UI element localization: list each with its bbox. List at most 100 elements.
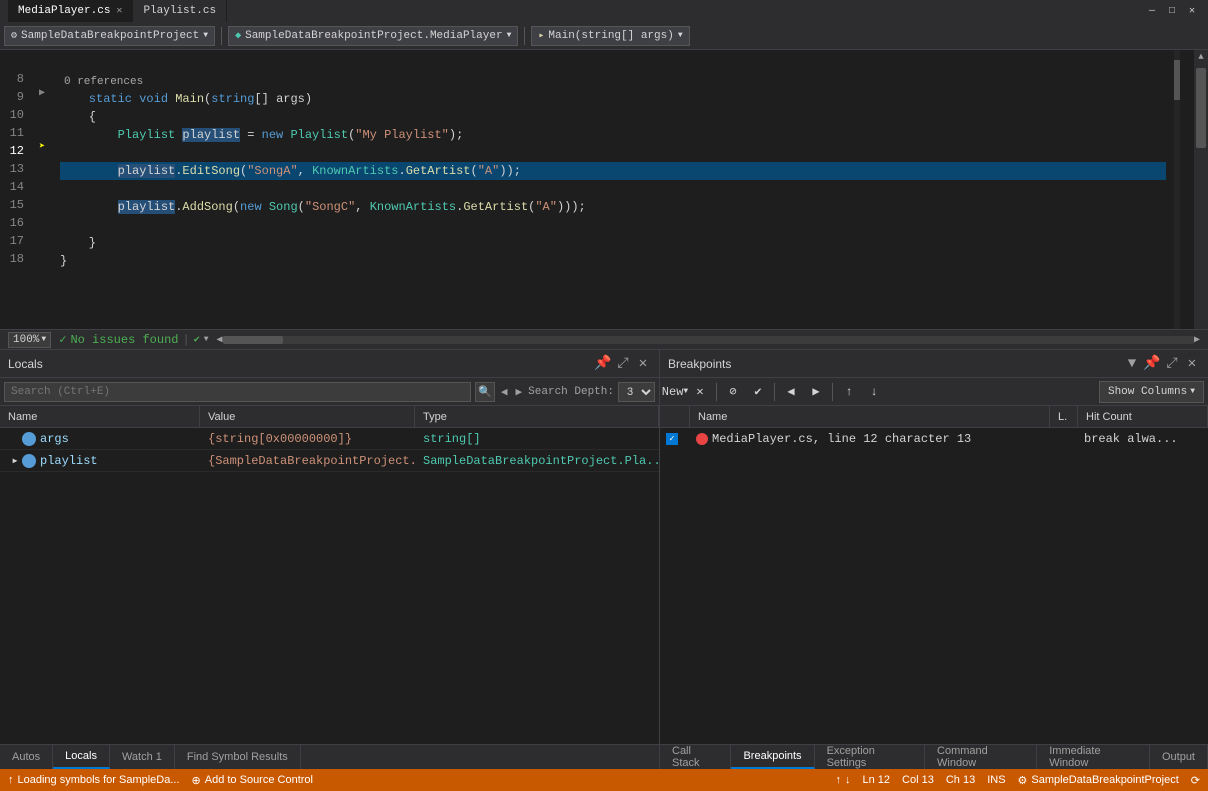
bottom-tab-bars: Autos Locals Watch 1 Find Symbol Results…	[0, 744, 1208, 769]
toolbar-sep-2	[524, 27, 525, 45]
bp-next-btn[interactable]: ▶	[805, 381, 827, 403]
bp-expand-btn[interactable]: ⤢	[1164, 356, 1180, 372]
project-name: SampleDataBreakpointProject	[1031, 774, 1178, 786]
show-columns-btn[interactable]: Show Columns ▼	[1099, 381, 1204, 403]
project-chevron: ▼	[203, 31, 208, 40]
search-go-btn[interactable]: 🔍	[475, 382, 495, 402]
col-type: Type	[415, 406, 659, 427]
bp-col-check	[660, 406, 690, 427]
status-source-control[interactable]: ⊕ Add to Source Control	[192, 774, 313, 787]
tab-output-label: Output	[1162, 751, 1195, 763]
arrow-up-icon[interactable]: ↑	[836, 774, 842, 786]
scroll-up-btn[interactable]: ▲	[1196, 50, 1205, 64]
bp-pin-btn[interactable]: 📌	[1144, 356, 1160, 372]
locals-close-btn[interactable]: ✕	[635, 356, 651, 372]
tab-findsymbol[interactable]: Find Symbol Results	[175, 745, 301, 769]
method-label: Main(string[] args)	[548, 30, 673, 42]
class-dropdown[interactable]: ◆ SampleDataBreakpointProject.MediaPlaye…	[228, 26, 518, 46]
row-playlist-expand[interactable]: ▶	[8, 454, 22, 468]
status-sync: ⟳	[1191, 774, 1200, 787]
source-control-label: Add to Source Control	[205, 774, 313, 786]
locals-pin-btn[interactable]: 📌	[595, 356, 611, 372]
tab-autos-label: Autos	[12, 751, 40, 763]
tab-locals[interactable]: Locals	[53, 745, 110, 769]
tab-exceptionsettings[interactable]: Exception Settings	[815, 745, 925, 769]
zoom-value: 100%	[13, 334, 39, 346]
search-prev-btn[interactable]: ◀	[499, 385, 510, 399]
row-args-expand[interactable]	[8, 432, 22, 446]
table-row[interactable]: args {string[0x00000000]} string[]	[0, 428, 659, 450]
bp-row-check[interactable]: ✓	[660, 428, 690, 450]
h-scrollbar[interactable]	[223, 336, 1194, 344]
tab-commandwindow[interactable]: Command Window	[925, 745, 1037, 769]
left-tab-bar: Autos Locals Watch 1 Find Symbol Results	[0, 745, 660, 769]
editor-area: 8 9 10 11 12 13 14 15 16 17 18 ▶ ➤	[0, 50, 1208, 349]
loading-text: Loading symbols for SampleDa...	[18, 774, 180, 786]
scroll-thumb[interactable]	[1196, 68, 1206, 148]
bp-delete-btn[interactable]: ✕	[689, 381, 711, 403]
tab-playlist[interactable]: Playlist.cs	[133, 0, 227, 22]
bp-prev-btn[interactable]: ◀	[780, 381, 802, 403]
tab-immediatewindow[interactable]: Immediate Window	[1037, 745, 1150, 769]
bp-col-hitcount: Hit Count	[1078, 406, 1208, 427]
bp-disable-btn[interactable]: ⊘	[722, 381, 744, 403]
bp-new-btn[interactable]: New ▼	[664, 381, 686, 403]
close-btn[interactable]: ✕	[1184, 3, 1200, 19]
tab-mediaplayer-label: MediaPlayer.cs	[18, 5, 110, 17]
bp-row-hitcount: break alwa...	[1078, 428, 1208, 450]
method-dropdown[interactable]: ▸ Main(string[] args) ▼	[531, 26, 689, 46]
row-playlist-type: SampleDataBreakpointProject.Pla...	[415, 450, 659, 471]
h-scroll-thumb[interactable]	[223, 336, 283, 344]
depth-label: Search Depth:	[528, 386, 614, 398]
tab-autos[interactable]: Autos	[0, 745, 53, 769]
sync-icon: ⟳	[1191, 774, 1200, 787]
minimize-btn[interactable]: —	[1144, 3, 1160, 19]
bp-toolbar: New ▼ ✕ ⊘ ✔ ◀ ▶ ↑ ↓ Show Columns ▼	[660, 378, 1208, 406]
bp-table-row[interactable]: ✓ MediaPlayer.cs, line 12 character 13 b…	[660, 428, 1208, 450]
status-project: ⚙ SampleDataBreakpointProject	[1018, 774, 1179, 787]
project-label: SampleDataBreakpointProject	[21, 30, 199, 42]
bp-title: Breakpoints	[668, 357, 731, 371]
code-content[interactable]: 0 references static void Main(string[] a…	[52, 50, 1174, 329]
bp-close-btn[interactable]: ✕	[1184, 356, 1200, 372]
bp-enable-all-btn[interactable]: ✔	[747, 381, 769, 403]
search-next-btn[interactable]: ▶	[514, 385, 525, 399]
tab-locals-label: Locals	[65, 750, 97, 762]
bp-dot-icon	[696, 433, 708, 445]
locals-table-body: args {string[0x00000000]} string[] ▶ pla…	[0, 428, 659, 472]
class-label: SampleDataBreakpointProject.MediaPlayer	[245, 30, 502, 42]
bp-new-label: New	[662, 385, 684, 399]
scroll-right-btn[interactable]: ▶	[1194, 334, 1200, 346]
maximize-btn[interactable]: □	[1164, 3, 1180, 19]
bp-row-name: MediaPlayer.cs, line 12 character 13	[690, 428, 1050, 450]
locals-expand-btn[interactable]: ⤢	[615, 356, 631, 372]
dropdown-icon[interactable]: ▼	[204, 335, 209, 344]
tab-output[interactable]: Output	[1150, 745, 1208, 769]
row-playlist-value: {SampleDataBreakpointProject.Playlist}	[200, 450, 415, 471]
bp-sep-3	[832, 383, 833, 401]
zoom-chevron: ▼	[41, 335, 46, 344]
zoom-control[interactable]: 100% ▼	[8, 332, 51, 348]
bp-import-btn[interactable]: ↓	[863, 381, 885, 403]
bp-checkbox[interactable]: ✓	[666, 433, 678, 445]
arrow-down-icon[interactable]: ↓	[845, 774, 851, 786]
tab-callstack[interactable]: Call Stack	[660, 745, 731, 769]
minimap-thumb[interactable]	[1174, 60, 1180, 100]
title-bar: MediaPlayer.cs ✕ Playlist.cs — □ ✕	[0, 0, 1208, 22]
tab-watch1[interactable]: Watch 1	[110, 745, 175, 769]
scroll-left-btn[interactable]: ◀	[217, 334, 223, 346]
bp-dropdown-btn[interactable]: ▼	[1124, 356, 1140, 372]
vertical-scrollbar[interactable]: ▲	[1194, 50, 1208, 329]
project-dropdown[interactable]: ⚙ SampleDataBreakpointProject ▼	[4, 26, 215, 46]
bp-export-btn[interactable]: ↑	[838, 381, 860, 403]
depth-select[interactable]: 3 1 2 5	[618, 382, 655, 402]
status-ins: INS	[987, 774, 1005, 786]
tab-mediaplayer[interactable]: MediaPlayer.cs ✕	[8, 0, 133, 22]
tab-findsymbol-label: Find Symbol Results	[187, 751, 288, 763]
locals-search-input[interactable]	[4, 382, 471, 402]
table-row[interactable]: ▶ playlist {SampleDataBreakpointProject.…	[0, 450, 659, 472]
bp-row-labels	[1050, 428, 1078, 450]
tab-breakpoints[interactable]: Breakpoints	[731, 745, 814, 769]
tab-mediaplayer-close[interactable]: ✕	[116, 5, 122, 17]
bp-col-name: Name	[690, 406, 1050, 427]
